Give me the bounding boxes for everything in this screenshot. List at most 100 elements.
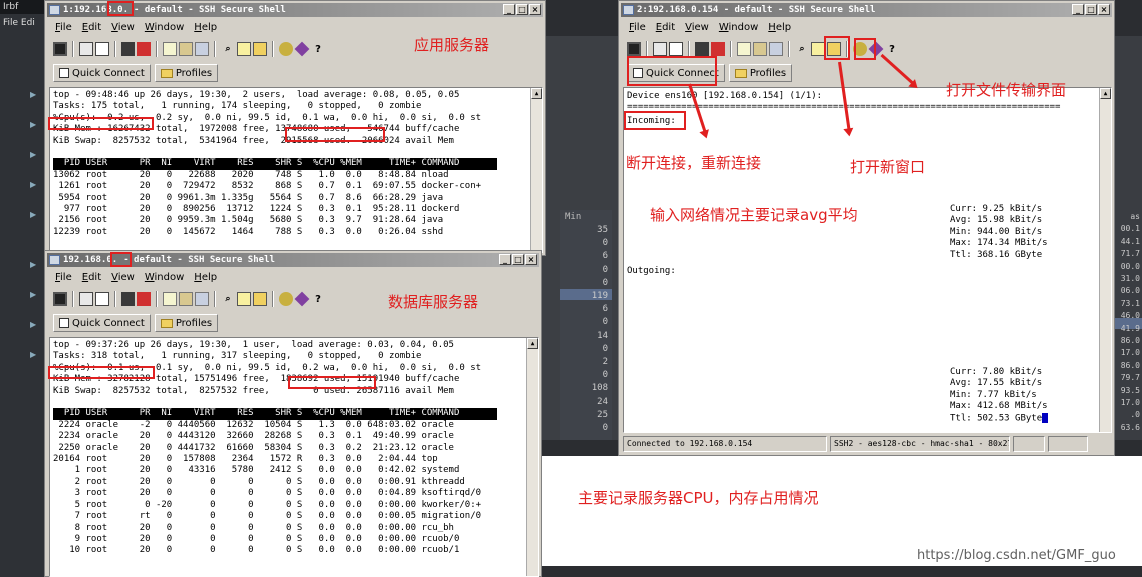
disconnect-icon[interactable] [695, 42, 709, 56]
save-icon[interactable] [53, 292, 67, 306]
print-icon[interactable] [79, 42, 93, 56]
reconnect-icon[interactable] [137, 292, 151, 306]
print-icon[interactable] [653, 42, 667, 56]
process-row: 7 root rt 0 0 0 0 S 0.0 0.0 0:00.05 migr… [53, 511, 482, 522]
background-number-row: 86.0 [1112, 361, 1142, 373]
background-min-label: Min [565, 212, 582, 222]
paste-icon[interactable] [753, 42, 767, 56]
file-transfer-icon[interactable] [253, 292, 267, 306]
background-number: 108 [591, 383, 608, 394]
statusbar: Connected to 192.168.0.154 SSH2 - aes128… [623, 436, 1110, 452]
menu-edit[interactable]: Edit [82, 20, 101, 36]
file-transfer-icon[interactable] [253, 42, 267, 56]
quick-connect-button[interactable]: Quick Connect [53, 314, 151, 332]
background-number-row: 17.0 [1112, 398, 1142, 410]
settings-icon[interactable] [279, 292, 293, 306]
minimize-button[interactable]: _ [499, 254, 511, 265]
maximize-button[interactable]: □ [512, 254, 524, 265]
print-preview-icon[interactable] [95, 292, 109, 306]
background-number: 17.0 [1120, 398, 1140, 407]
save-icon[interactable] [53, 42, 67, 56]
background-number: 0 [602, 264, 608, 275]
reconnect-icon[interactable] [137, 42, 151, 56]
help-icon[interactable]: ? [885, 42, 899, 56]
find-icon[interactable]: ⌕ [221, 42, 235, 56]
background-number: 6 [602, 251, 608, 262]
maximize-button[interactable]: □ [1085, 4, 1097, 15]
process-row: 12239 root 20 0 145672 1464 788 S 0.3 0.… [53, 226, 444, 237]
menu-window[interactable]: Window [719, 20, 758, 36]
help-icon[interactable]: ? [311, 42, 325, 56]
copy-icon[interactable] [737, 42, 751, 56]
disconnect-icon[interactable] [121, 292, 135, 306]
quick-connect-button[interactable]: Quick Connect [53, 64, 151, 82]
menu-edit[interactable]: Edit [656, 20, 675, 36]
menu-window[interactable]: Window [145, 270, 184, 286]
background-number-row: 25 [560, 410, 612, 422]
profiles-button[interactable]: Profiles [728, 64, 793, 82]
tree-arrow-icon: ▶ [30, 90, 37, 99]
menu-help[interactable]: Help [768, 20, 791, 36]
background-number-row: 2 [560, 357, 612, 369]
vertical-scrollbar[interactable]: ▲ [1099, 88, 1111, 432]
app-server-terminal[interactable]: top - 09:48:46 up 26 days, 19:30, 2 user… [49, 87, 543, 253]
menubar: File Edit View Window Help [49, 20, 217, 36]
paste-special-icon[interactable] [769, 42, 783, 56]
close-button[interactable]: × [529, 4, 541, 15]
toolbar: ⌕ ? [49, 39, 325, 59]
profile-settings-icon[interactable] [294, 291, 310, 307]
maximize-button[interactable]: □ [516, 4, 528, 15]
scroll-up-icon[interactable]: ▲ [1100, 88, 1111, 99]
annotation-net-note: 输入网络情况主要记录avg平均 [650, 206, 858, 224]
paste-icon[interactable] [179, 292, 193, 306]
minimize-button[interactable]: _ [503, 4, 515, 15]
scroll-up-icon[interactable]: ▲ [527, 338, 538, 349]
copy-icon[interactable] [163, 292, 177, 306]
disconnect-icon[interactable] [121, 42, 135, 56]
print-icon[interactable] [79, 292, 93, 306]
background-number-row: 6 [560, 251, 612, 263]
network-terminal[interactable]: Device ens160 [192.168.0.154] (1/1): ===… [623, 87, 1112, 433]
menu-view[interactable]: View [111, 270, 135, 286]
background-number-row: 0 [560, 317, 612, 329]
new-window-icon[interactable] [811, 42, 825, 56]
settings-icon[interactable] [279, 42, 293, 56]
profiles-button[interactable]: Profiles [154, 314, 219, 332]
find-icon[interactable]: ⌕ [795, 42, 809, 56]
menu-file[interactable]: File [55, 20, 72, 36]
new-window-icon[interactable] [237, 42, 251, 56]
background-number: 2 [602, 357, 608, 367]
process-row: 5954 root 20 0 9961.3m 1.335g 5564 S 0.7… [53, 192, 444, 203]
close-button[interactable]: × [525, 254, 537, 265]
paste-icon[interactable] [179, 42, 193, 56]
paste-special-icon[interactable] [195, 292, 209, 306]
menu-help[interactable]: Help [194, 20, 217, 36]
help-icon[interactable]: ? [311, 292, 325, 306]
menu-view[interactable]: View [685, 20, 709, 36]
scroll-up-icon[interactable]: ▲ [531, 88, 542, 99]
profiles-button[interactable]: Profiles [154, 64, 219, 82]
print-preview-icon[interactable] [95, 42, 109, 56]
network-titlebar[interactable]: 2:192.168.0.154 - default - SSH Secure S… [621, 3, 1112, 17]
menu-help[interactable]: Help [194, 270, 217, 286]
menu-edit[interactable]: Edit [82, 270, 101, 286]
vertical-scrollbar[interactable]: ▲ [526, 338, 538, 576]
background-number-row: 86.0 [1112, 336, 1142, 348]
menu-window[interactable]: Window [145, 20, 184, 36]
vertical-scrollbar[interactable]: ▲ [530, 88, 542, 252]
close-button[interactable]: × [1098, 4, 1110, 15]
profile-settings-icon[interactable] [294, 41, 310, 57]
reconnect-icon[interactable] [711, 42, 725, 56]
copy-icon[interactable] [163, 42, 177, 56]
print-preview-icon[interactable] [669, 42, 683, 56]
save-icon[interactable] [627, 42, 641, 56]
menu-view[interactable]: View [111, 20, 135, 36]
annotation-box-host [107, 1, 134, 16]
menu-file[interactable]: File [55, 270, 72, 286]
ssh-app-icon [49, 254, 60, 265]
find-icon[interactable]: ⌕ [221, 292, 235, 306]
menu-file[interactable]: File [629, 20, 646, 36]
new-window-icon[interactable] [237, 292, 251, 306]
paste-special-icon[interactable] [195, 42, 209, 56]
minimize-button[interactable]: _ [1072, 4, 1084, 15]
